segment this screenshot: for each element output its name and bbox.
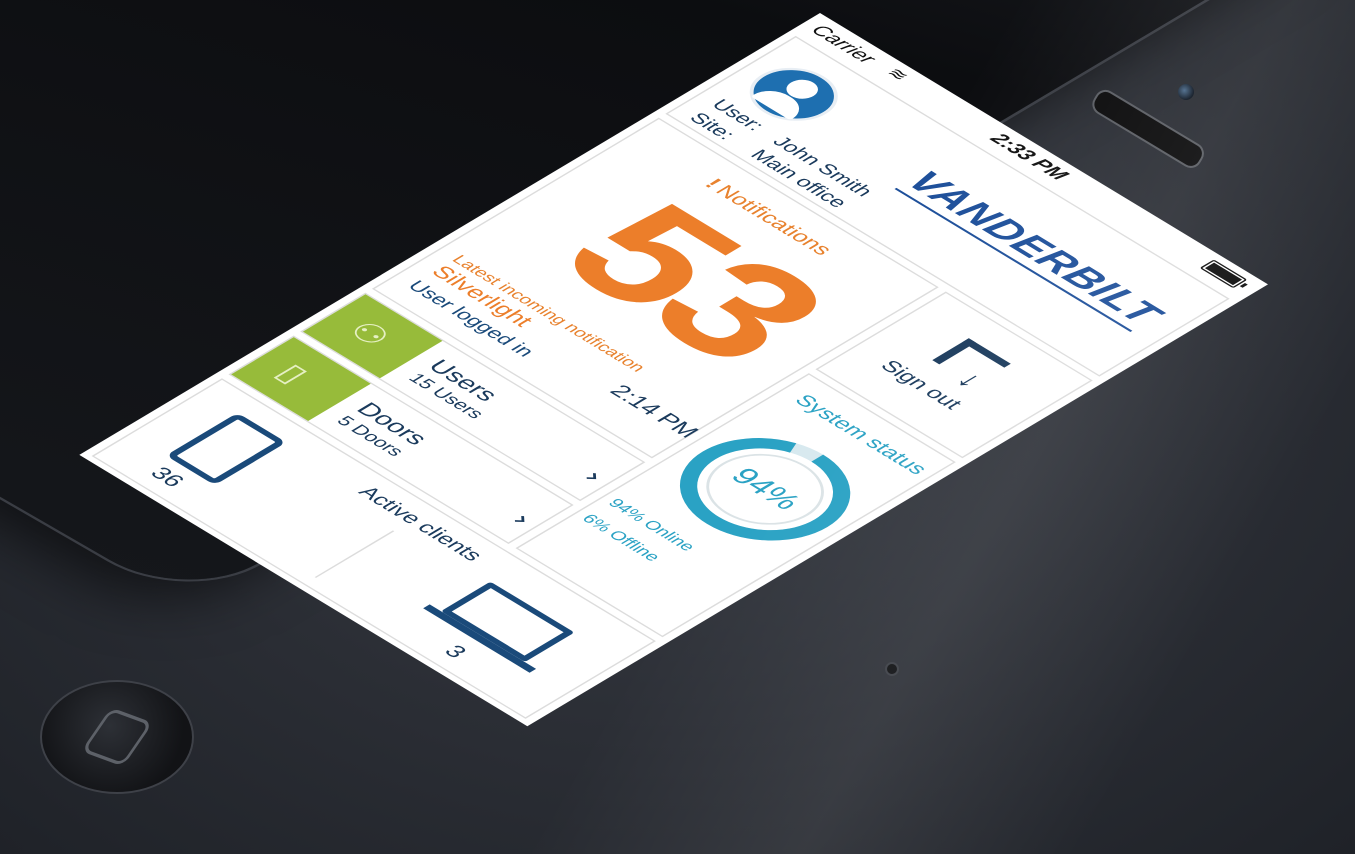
notifications-count: 53 <box>518 176 869 387</box>
phone-camera <box>1178 84 1194 100</box>
door-icon: ▯ <box>267 358 317 389</box>
home-square-icon <box>80 707 154 767</box>
clients-divider <box>314 530 395 578</box>
gauge-percent-label: 94% <box>723 463 809 515</box>
desktop-client-count: 3 <box>438 641 472 662</box>
doors-chevron-icon[interactable]: ⌟ <box>513 505 527 524</box>
home-button[interactable] <box>40 680 194 794</box>
mobile-client-count: 36 <box>144 463 190 491</box>
users-chevron-icon[interactable]: ⌟ <box>584 463 598 482</box>
battery-tip <box>1239 282 1248 288</box>
wifi-icon: ≋ <box>881 64 914 85</box>
users-icon: ⚇ <box>339 315 400 352</box>
phone-microphone <box>885 662 899 676</box>
